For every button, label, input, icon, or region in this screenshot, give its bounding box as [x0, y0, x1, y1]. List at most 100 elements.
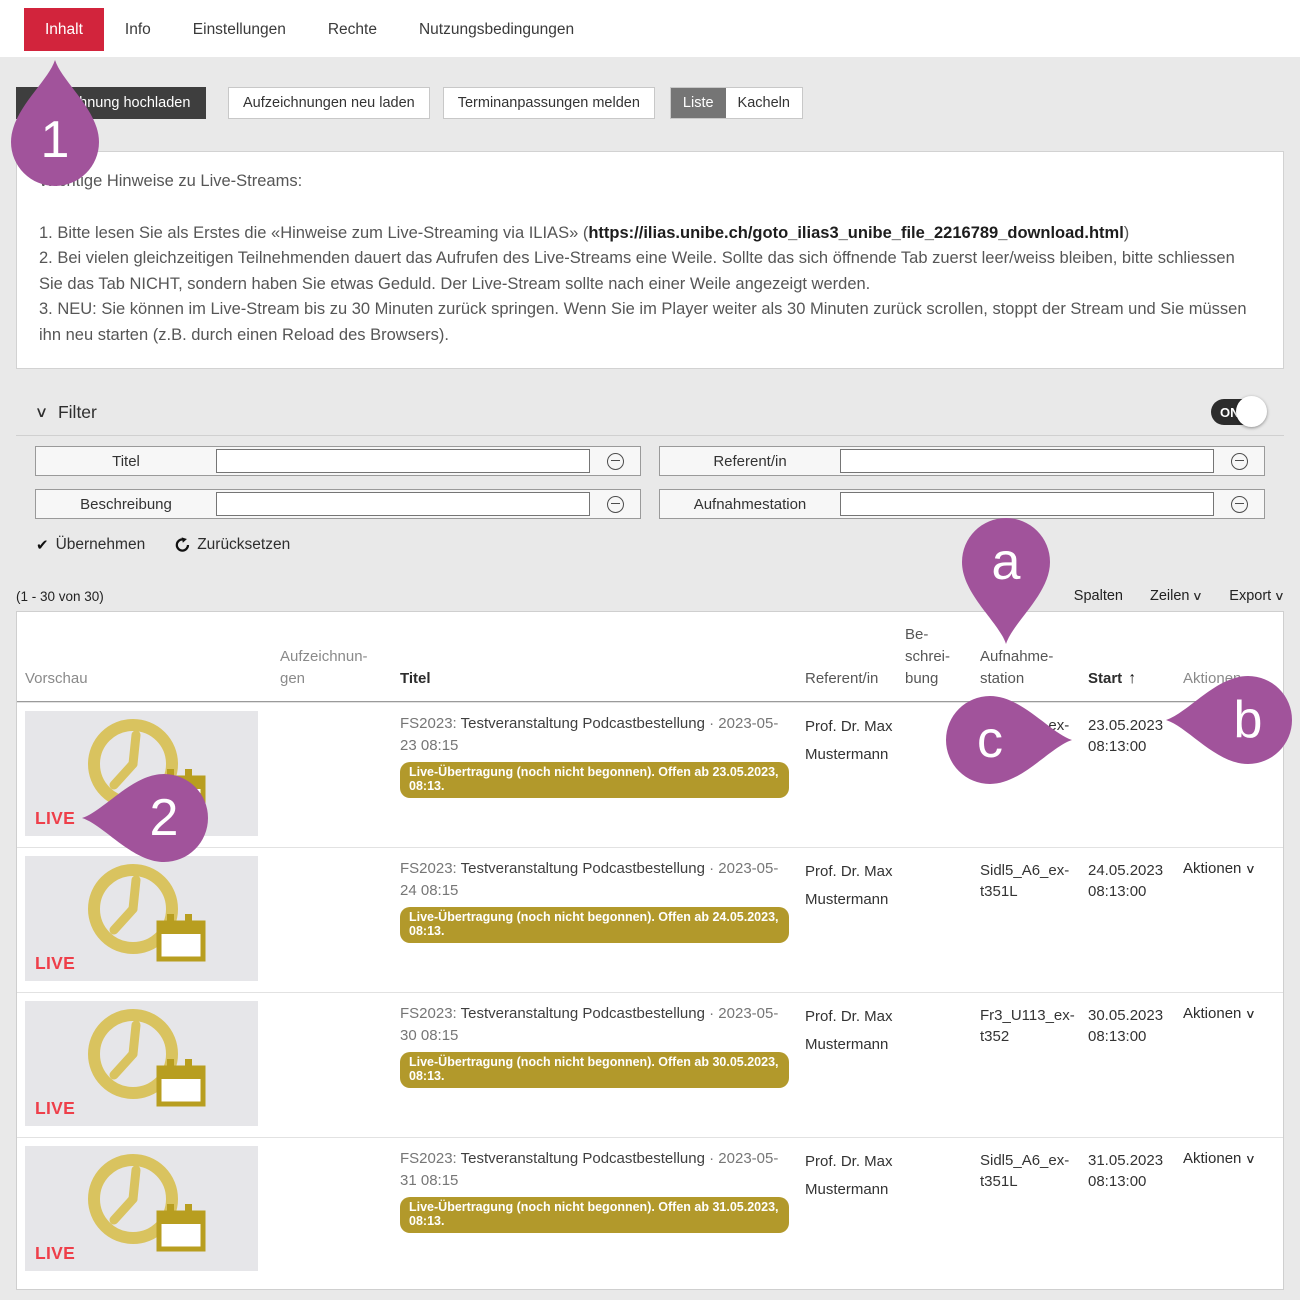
filter-input-aufnahmestation[interactable] [840, 492, 1214, 516]
minus-circle-icon [1231, 496, 1248, 513]
tab-einstellungen[interactable]: Einstellungen [172, 8, 307, 51]
chevron-down-icon: ∨ [1192, 589, 1203, 603]
view-list-button[interactable]: Liste [671, 88, 726, 118]
reset-icon [175, 537, 190, 553]
annotation-pin-1-label: 1 [11, 96, 99, 184]
col-header-vorschau[interactable]: Vorschau [25, 668, 280, 690]
station-line: Fr3_U113_ex- [980, 1005, 1088, 1026]
actions-dropdown[interactable]: Aktionen ∨ [1183, 856, 1275, 992]
table-header-row: Vorschau Aufzeichnun- gen Titel Referent… [17, 612, 1283, 702]
result-count: (1 - 30 von 30) [16, 589, 104, 604]
chevron-down-icon: ∨ [1245, 1007, 1256, 1021]
start-time: 08:13:00 [1088, 1026, 1183, 1047]
referent-cell: Prof. Dr. Max Mustermann [805, 711, 905, 847]
col-header-line: schrei- [905, 646, 980, 668]
remove-filter-titel-button[interactable] [590, 447, 640, 475]
columns-button[interactable]: Spalten [1074, 588, 1123, 604]
clock-calendar-icon [75, 859, 207, 971]
filter-input-titel[interactable] [216, 449, 590, 473]
rows-dropdown[interactable]: Zeilen∨ [1150, 588, 1202, 604]
actions-dropdown[interactable]: Aktionen ∨ [1183, 1001, 1275, 1137]
col-header-aufnahmestation[interactable]: Aufnahme- station [980, 646, 1088, 690]
start-cell: 30.05.2023 08:13:00 [1088, 1001, 1183, 1137]
start-date: 24.05.2023 [1088, 860, 1183, 881]
title-link[interactable]: Testveranstaltung Podcastbestellung [461, 1005, 705, 1022]
start-time: 08:13:00 [1088, 1171, 1183, 1192]
title-link[interactable]: Testveranstaltung Podcastbestellung [461, 1150, 705, 1167]
filter-panel: ∨ Filter ON Titel Referent/in Beschreibu… [16, 391, 1284, 568]
preview-thumbnail[interactable]: LIVE [25, 1001, 258, 1126]
reset-filter-label: Zurücksetzen [197, 536, 290, 554]
filter-collapse-toggle[interactable]: ∨ Filter [36, 402, 97, 423]
table-row: LIVE FS2023: Testveranstaltung Podcastbe… [17, 992, 1283, 1137]
filter-label-titel: Titel [36, 447, 216, 475]
station-line: t351L [980, 881, 1088, 902]
tab-inhalt[interactable]: Inhalt [24, 8, 104, 51]
filter-input-referent[interactable] [840, 449, 1214, 473]
aufzeichnungen-cell [280, 856, 400, 992]
col-header-line: gen [280, 668, 400, 690]
col-header-aufzeichnungen[interactable]: Aufzeichnun- gen [280, 646, 400, 690]
title-cell: FS2023: Testveranstaltung Podcastbestell… [400, 1146, 805, 1282]
list-meta: (1 - 30 von 30) Spalten Zeilen∨ Export∨ [16, 588, 1284, 604]
preview-thumbnail[interactable]: LIVE [25, 856, 258, 981]
remove-filter-beschreibung-button[interactable] [590, 490, 640, 518]
annotation-pin-a-label: a [962, 518, 1050, 606]
reload-recordings-button[interactable]: Aufzeichnungen neu laden [228, 87, 430, 119]
filter-label-aufnahmestation: Aufnahmestation [660, 490, 840, 518]
actions-label: Aktionen [1183, 1150, 1241, 1167]
tab-rechte[interactable]: Rechte [307, 8, 398, 51]
filter-label-referent: Referent/in [660, 447, 840, 475]
tab-nutzungsbedingungen[interactable]: Nutzungsbedingungen [398, 8, 595, 51]
tab-info[interactable]: Info [104, 8, 172, 51]
report-schedule-changes-button[interactable]: Terminanpassungen melden [443, 87, 655, 119]
filter-on-toggle[interactable]: ON [1211, 399, 1264, 425]
remove-filter-referent-button[interactable] [1214, 447, 1264, 475]
filter-field-beschreibung: Beschreibung [35, 489, 641, 519]
notice-item-1-close: ) [1124, 224, 1130, 242]
view-tiles-button[interactable]: Kacheln [726, 88, 802, 118]
filter-field-titel: Titel [35, 446, 641, 476]
live-badge: LIVE [35, 1098, 75, 1119]
aufzeichnungen-cell [280, 1146, 400, 1282]
col-header-titel[interactable]: Titel [400, 668, 805, 690]
clock-calendar-icon [75, 1004, 207, 1116]
apply-filter-button[interactable]: ✔ Übernehmen [36, 536, 145, 554]
tab-bar: Inhalt Info Einstellungen Rechte Nutzung… [0, 0, 1300, 57]
status-badge: Live-Übertragung (noch nicht begonnen). … [400, 762, 789, 798]
actions-label: Aktionen [1183, 860, 1241, 877]
title-prefix: FS2023: [400, 1150, 457, 1167]
actions-label: Aktionen [1183, 1005, 1241, 1022]
title-link[interactable]: Testveranstaltung Podcastbestellung [461, 860, 705, 877]
beschreibung-cell [905, 1146, 980, 1282]
export-dropdown[interactable]: Export∨ [1229, 588, 1284, 604]
title-prefix: FS2023: [400, 860, 457, 877]
col-header-line: Aufnahme- [980, 646, 1088, 668]
table-row: LIVE FS2023: Testveranstaltung Podcastbe… [17, 1137, 1283, 1282]
toggle-knob[interactable] [1236, 396, 1267, 427]
reset-filter-button[interactable]: Zurücksetzen [175, 536, 290, 554]
annotation-pin-b-label: b [1204, 676, 1292, 764]
start-date: 30.05.2023 [1088, 1005, 1183, 1026]
col-header-referent[interactable]: Referent/in [805, 668, 905, 690]
notice-link[interactable]: https://ilias.unibe.ch/goto_ilias3_unibe… [588, 224, 1123, 242]
rows-dropdown-label: Zeilen [1150, 588, 1190, 604]
station-line: Sidl5_A6_ex- [980, 860, 1088, 881]
notice-item-1-text: 1. Bitte lesen Sie als Erstes die «Hinwe… [39, 224, 588, 242]
annotation-pin-2-label: 2 [120, 774, 208, 862]
start-cell: 24.05.2023 08:13:00 [1088, 856, 1183, 992]
title-link[interactable]: Testveranstaltung Podcastbestellung [461, 715, 705, 732]
referent-cell: Prof. Dr. Max Mustermann [805, 1146, 905, 1282]
annotation-pin-c-label: c [946, 696, 1034, 784]
remove-filter-aufnahmestation-button[interactable] [1214, 490, 1264, 518]
chevron-down-icon: ∨ [1245, 862, 1256, 876]
actions-dropdown[interactable]: Aktionen∨ [1183, 1146, 1275, 1282]
status-badge: Live-Übertragung (noch nicht begonnen). … [400, 1197, 789, 1233]
filter-input-beschreibung[interactable] [216, 492, 590, 516]
aufzeichnungen-cell [280, 711, 400, 847]
preview-thumbnail[interactable]: LIVE [25, 1146, 258, 1271]
beschreibung-cell [905, 1001, 980, 1137]
table-row: LIVE FS2023: Testveranstaltung Podcastbe… [17, 847, 1283, 992]
title-cell: FS2023: Testveranstaltung Podcastbestell… [400, 856, 805, 992]
minus-circle-icon [1231, 453, 1248, 470]
